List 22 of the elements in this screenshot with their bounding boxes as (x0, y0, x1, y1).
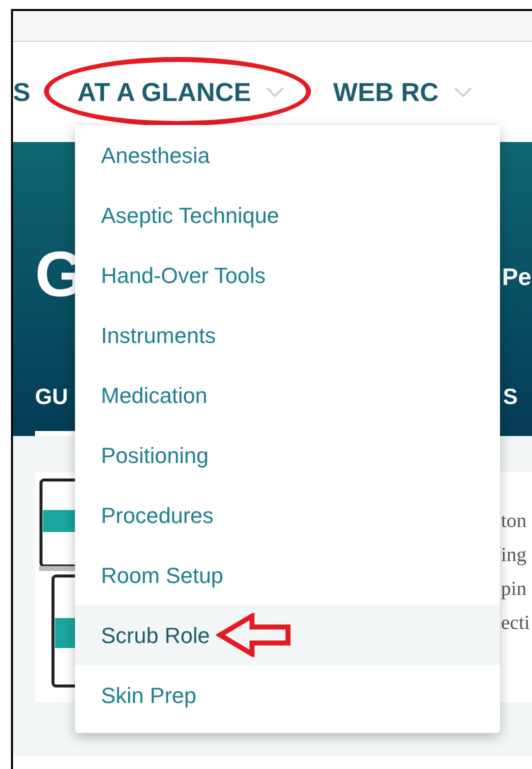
chevron-down-icon[interactable] (265, 86, 286, 98)
menu-item[interactable]: Procedures (75, 485, 500, 545)
menu-item[interactable]: Room Setup (75, 545, 500, 605)
menu-item[interactable]: Aseptic Technique (75, 185, 500, 245)
menu-item[interactable]: Skin Prep (75, 665, 500, 725)
menu-item[interactable]: Anesthesia (75, 125, 500, 185)
menu-item[interactable]: Positioning (75, 425, 500, 485)
menu-item[interactable]: Medication (75, 365, 500, 425)
nav-link[interactable]: S (13, 72, 30, 112)
hero-title: Pe (502, 266, 532, 290)
menu-item-row[interactable]: Scrub Role (75, 605, 500, 665)
chevron-down-icon[interactable] (452, 86, 473, 98)
section-tab[interactable]: S (503, 380, 532, 436)
card-text: pin (501, 577, 528, 602)
card-text: ecti (501, 611, 530, 636)
card-text: ing (501, 543, 528, 568)
menu-item-label: Scrub Role (101, 622, 210, 650)
nav-link[interactable]: WEB RC (333, 72, 439, 112)
nav-link[interactable]: AT A GLANCE (77, 72, 252, 112)
card-text: ton (501, 509, 528, 534)
menu-item[interactable]: Hand-Over Tools (75, 245, 500, 305)
menu-item[interactable]: Instruments (75, 305, 500, 365)
